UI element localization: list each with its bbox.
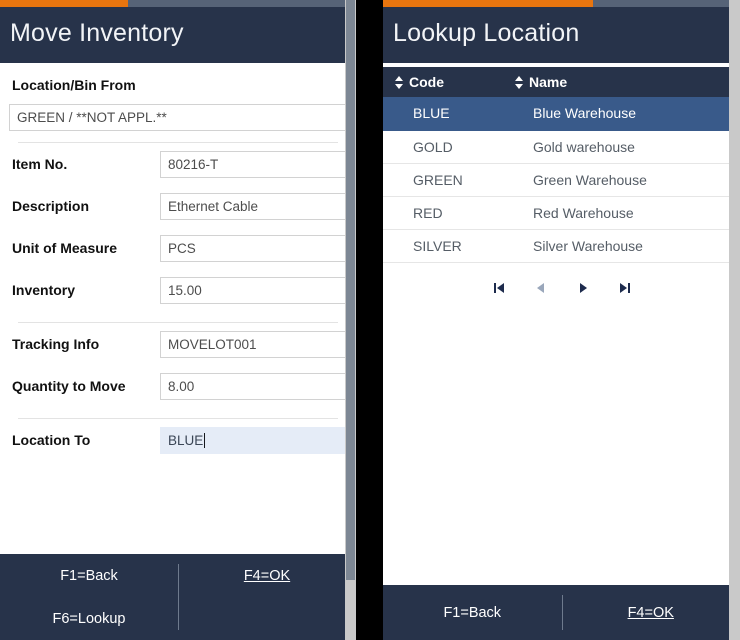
ok-button[interactable]: F4=OK: [178, 554, 356, 597]
back-button[interactable]: F1=Back: [383, 585, 562, 640]
progress-bar-fill: [0, 0, 128, 7]
item-no-label: Item No.: [12, 156, 68, 172]
table-row[interactable]: SILVER Silver Warehouse: [383, 229, 740, 263]
cell-name: Gold warehouse: [503, 130, 740, 164]
footer-empty-cell: [178, 597, 356, 640]
lookup-location-table-wrap: Code Name BLUE Blue Warehouse GOLD Gold …: [383, 63, 740, 585]
location-to-input[interactable]: BLUE: [160, 426, 347, 454]
item-no-input[interactable]: 80216-T: [160, 150, 347, 178]
table-header-row: Code Name: [383, 67, 740, 97]
inventory-label: Inventory: [12, 282, 76, 298]
table-row[interactable]: BLUE Blue Warehouse: [383, 97, 740, 131]
left-panel-scrollbar-thumb[interactable]: [346, 0, 355, 580]
table-row[interactable]: RED Red Warehouse: [383, 196, 740, 230]
progress-bar: [0, 0, 356, 7]
field-row-item-no: Item No. 80216-T: [0, 143, 356, 185]
progress-bar: [383, 0, 740, 7]
description-label: Description: [12, 198, 90, 214]
unit-of-measure-label: Unit of Measure: [12, 240, 118, 256]
location-bin-from-input[interactable]: GREEN / **NOT APPL.**: [9, 104, 347, 131]
move-inventory-footer: F1=Back F4=OK F6=Lookup: [0, 554, 356, 640]
field-row-quantity-to-move: Quantity to Move 8.00: [0, 365, 356, 407]
column-header-name[interactable]: Name: [503, 67, 740, 97]
ok-button[interactable]: F4=OK: [562, 585, 740, 640]
table-row[interactable]: GREEN Green Warehouse: [383, 163, 740, 197]
sort-updown-icon[interactable]: [395, 76, 404, 89]
cell-name: Silver Warehouse: [503, 229, 740, 263]
field-row-tracking-info: Tracking Info MOVELOT001: [0, 323, 356, 365]
cell-code: BLUE: [383, 97, 503, 131]
table-body: BLUE Blue Warehouse GOLD Gold warehouse …: [383, 97, 740, 263]
move-inventory-form: Location/Bin From GREEN / **NOT APPL.** …: [0, 63, 356, 554]
inventory-input[interactable]: 15.00: [160, 276, 347, 304]
cell-code: GOLD: [383, 130, 503, 164]
table-header: Code Name: [383, 67, 740, 97]
field-row-unit-of-measure: Unit of Measure PCS: [0, 227, 356, 269]
previous-page-button[interactable]: [533, 280, 549, 296]
footer-divider: [178, 564, 179, 630]
lookup-location-panel: Lookup Location Code Name BLUE Blue Ware…: [383, 0, 740, 640]
quantity-to-move-label: Quantity to Move: [12, 378, 126, 394]
left-panel-scrollbar[interactable]: [345, 0, 356, 640]
first-page-button[interactable]: [491, 280, 507, 296]
description-input[interactable]: Ethernet Cable: [160, 192, 347, 220]
sort-updown-icon[interactable]: [515, 76, 524, 89]
progress-bar-fill: [383, 0, 593, 7]
cell-code: SILVER: [383, 229, 503, 263]
lookup-location-table: Code Name BLUE Blue Warehouse GOLD Gold …: [383, 67, 740, 263]
last-page-button[interactable]: [617, 280, 633, 296]
text-caret: [204, 432, 206, 448]
cell-name: Red Warehouse: [503, 196, 740, 230]
table-pagination: [383, 263, 740, 307]
next-page-button[interactable]: [575, 280, 591, 296]
cell-code: RED: [383, 196, 503, 230]
lookup-location-titlebar: Lookup Location: [383, 7, 740, 63]
right-panel-scrollbar[interactable]: [729, 0, 740, 640]
footer-divider: [561, 595, 563, 630]
screen-root: Move Inventory Location/Bin From GREEN /…: [0, 0, 740, 640]
page-title: Lookup Location: [393, 19, 580, 47]
field-row-inventory: Inventory 15.00: [0, 269, 356, 311]
field-row-location-to: Location To BLUE: [0, 419, 356, 461]
field-row-description: Description Ethernet Cable: [0, 185, 356, 227]
location-bin-from-label: Location/Bin From: [12, 77, 136, 93]
column-header-code-label: Code: [409, 74, 444, 90]
lookup-button[interactable]: F6=Lookup: [0, 597, 178, 640]
cell-name: Green Warehouse: [503, 163, 740, 197]
column-header-name-label: Name: [529, 74, 568, 90]
column-header-code[interactable]: Code: [383, 67, 503, 97]
location-to-label: Location To: [12, 432, 91, 448]
move-inventory-titlebar: Move Inventory: [0, 7, 356, 63]
table-row[interactable]: GOLD Gold warehouse: [383, 130, 740, 164]
move-inventory-panel: Move Inventory Location/Bin From GREEN /…: [0, 0, 356, 640]
page-title: Move Inventory: [10, 19, 184, 47]
tracking-info-label: Tracking Info: [12, 336, 100, 352]
lookup-location-footer: F1=Back F4=OK: [383, 585, 740, 640]
location-to-value: BLUE: [168, 432, 204, 448]
tracking-info-input[interactable]: MOVELOT001: [160, 330, 347, 358]
cell-name: Blue Warehouse: [503, 97, 740, 131]
cell-code: GREEN: [383, 163, 503, 197]
unit-of-measure-input[interactable]: PCS: [160, 234, 347, 262]
back-button[interactable]: F1=Back: [0, 554, 178, 597]
quantity-to-move-input[interactable]: 8.00: [160, 372, 347, 400]
